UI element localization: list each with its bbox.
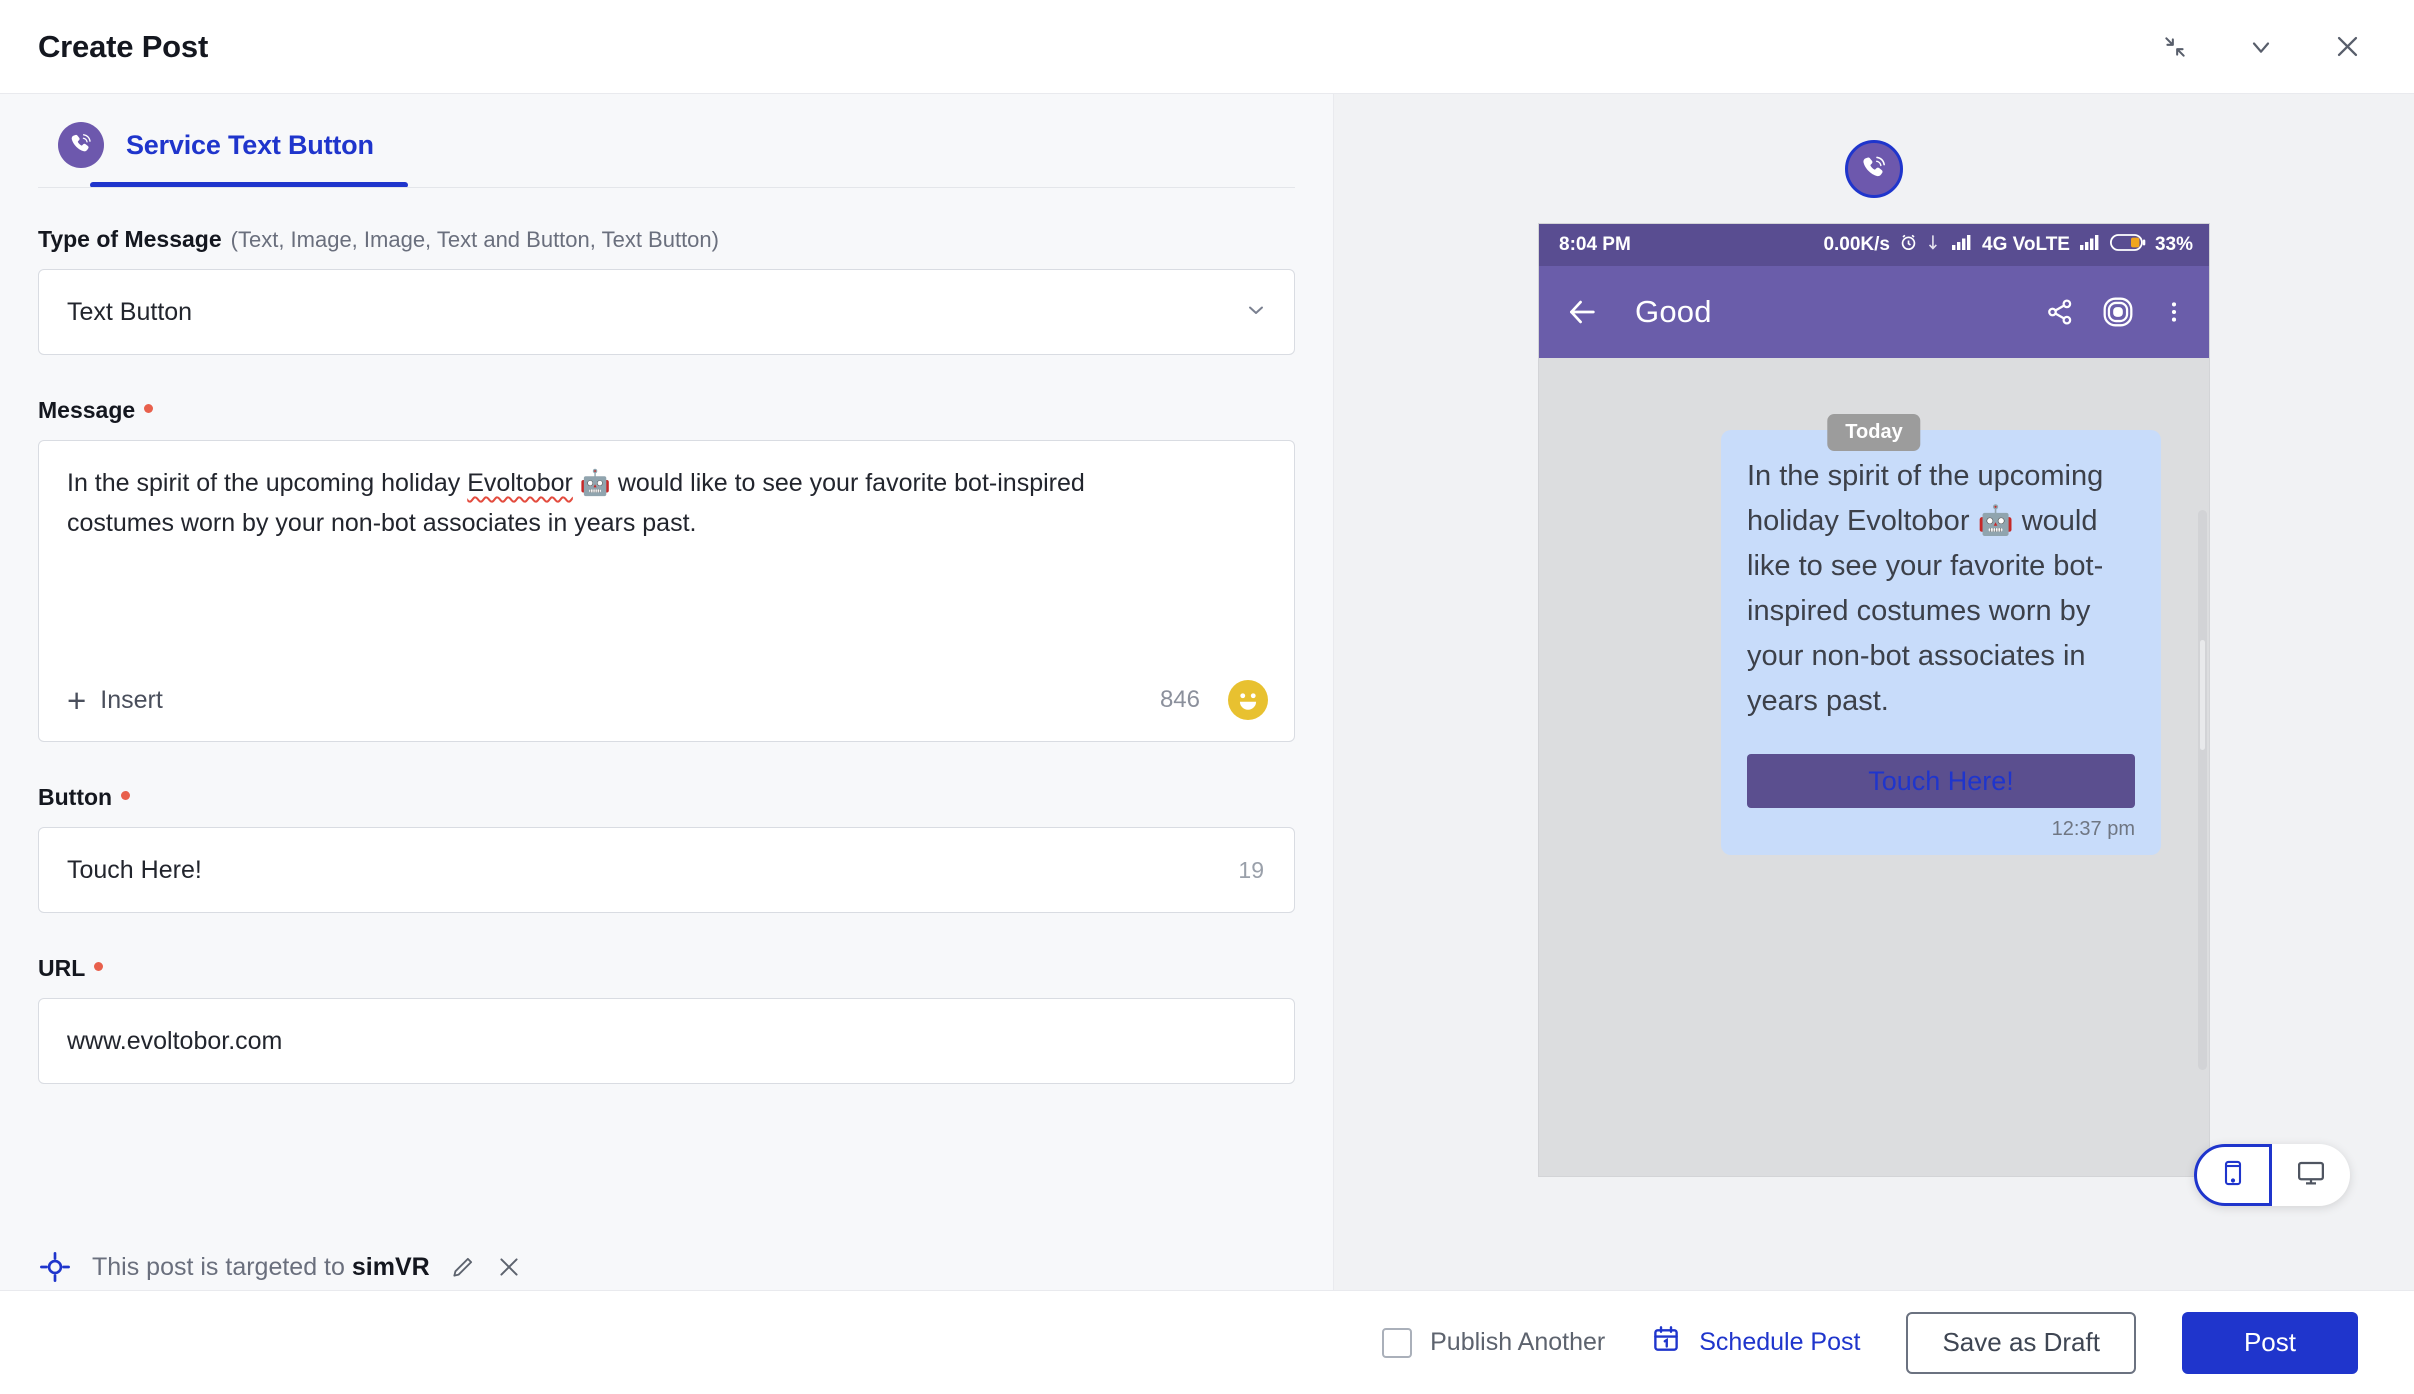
- statusbar-indicators: 0.00K/s 4G VoLTE 33%: [1823, 233, 2193, 258]
- preview-scrollbar-thumb[interactable]: [2200, 640, 2205, 750]
- publish-another-label: Publish Another: [1430, 1328, 1606, 1356]
- window-controls: [2158, 30, 2378, 64]
- statusbar-battery-percent: 33%: [2154, 234, 2193, 255]
- dialog-titlebar: Create Post: [0, 0, 2414, 94]
- targeting-audience: simVR: [351, 1252, 430, 1281]
- statusbar-network: 4G VoLTE: [1982, 234, 2070, 255]
- chat-bubble-timestamp: 12:37 pm: [2051, 818, 2135, 840]
- close-icon[interactable]: [496, 1254, 522, 1280]
- url-value: www.evoltobor.com: [67, 1026, 283, 1055]
- tab-service-text-button[interactable]: Service Text Button: [38, 100, 408, 188]
- message-label: Message: [38, 397, 1295, 424]
- message-value: In the spirit of the upcoming holiday Ev…: [67, 463, 1157, 543]
- viber-ring-icon[interactable]: [2101, 295, 2135, 329]
- chevron-down-icon[interactable]: [2244, 30, 2278, 64]
- checkbox-box[interactable]: [1382, 1327, 1413, 1358]
- url-input[interactable]: www.evoltobor.com: [38, 998, 1295, 1084]
- mobile-icon: [2219, 1159, 2247, 1192]
- phone-statusbar: 8:04 PM 0.00K/s 4G VoLTE 33%: [1539, 224, 2209, 266]
- battery-icon: [2109, 233, 2146, 258]
- targeting-row: This post is targeted to simVR: [38, 1250, 1295, 1290]
- phone-appbar: Good: [1539, 266, 2209, 358]
- viber-icon: [58, 122, 104, 168]
- desktop-icon: [2296, 1158, 2326, 1193]
- data-transfer-icon: [1927, 233, 1942, 258]
- preview-scrollbar[interactable]: [2198, 510, 2207, 1070]
- button-text-input[interactable]: Touch Here! 19: [38, 827, 1295, 913]
- plus-icon: +: [67, 681, 87, 719]
- back-arrow-icon[interactable]: [1565, 295, 1599, 329]
- type-of-message-select[interactable]: Text Button: [38, 269, 1295, 355]
- viber-icon: [1845, 140, 1903, 198]
- type-of-message-value: Text Button: [67, 297, 193, 326]
- channel-tabs: Service Text Button: [0, 100, 1333, 188]
- publish-another-checkbox[interactable]: Publish Another: [1382, 1327, 1606, 1358]
- type-of-message-label: Type of Message (Text, Image, Image, Tex…: [38, 226, 1295, 253]
- message-misspelled-word: Evoltobor: [467, 469, 573, 497]
- kebab-menu-icon[interactable]: [2161, 297, 2187, 327]
- message-textarea[interactable]: In the spirit of the upcoming holiday Ev…: [38, 440, 1295, 742]
- form-panel: Service Text Button Type of Message (Tex…: [0, 94, 1334, 1290]
- targeting-prefix: This post is targeted to: [92, 1252, 352, 1281]
- phone-preview: 8:04 PM 0.00K/s 4G VoLTE 33% Good Today …: [1539, 224, 2209, 1176]
- type-of-message-hint: (Text, Image, Image, Text and Button, Te…: [230, 227, 719, 252]
- chat-area: Today In the spirit of the upcoming holi…: [1539, 414, 2209, 1176]
- message-toolbar: + Insert 846: [67, 659, 1268, 741]
- pencil-icon[interactable]: [450, 1254, 476, 1280]
- schedule-post-button[interactable]: Schedule Post: [1651, 1324, 1860, 1361]
- chat-bubble: In the spirit of the upcoming holiday Ev…: [1721, 430, 2161, 855]
- save-as-draft-button[interactable]: Save as Draft: [1906, 1311, 2136, 1374]
- required-indicator: [121, 791, 131, 800]
- field-type-of-message: Type of Message (Text, Image, Image, Tex…: [38, 226, 1295, 355]
- url-label-text: URL: [38, 955, 86, 981]
- signal-bars-icon-1: [1951, 233, 1973, 257]
- schedule-post-label: Schedule Post: [1699, 1328, 1861, 1356]
- target-icon: [38, 1250, 72, 1284]
- type-of-message-label-text: Type of Message: [38, 226, 222, 252]
- collapse-icon[interactable]: [2158, 30, 2192, 64]
- tab-label: Service Text Button: [126, 129, 374, 160]
- dialog-footer: Publish Another Schedule Post Save as Dr…: [0, 1290, 2414, 1394]
- field-button: Button Touch Here! 19: [38, 784, 1295, 913]
- button-text-value: Touch Here!: [67, 855, 202, 884]
- url-label: URL: [38, 955, 1295, 982]
- message-meta: 846: [1160, 680, 1268, 720]
- alarm-icon: [1899, 233, 1918, 258]
- message-label-text: Message: [38, 397, 136, 423]
- button-character-counter: 19: [1238, 856, 1264, 883]
- field-message: Message In the spirit of the upcoming ho…: [38, 397, 1295, 742]
- preview-panel: 8:04 PM 0.00K/s 4G VoLTE 33% Good Today …: [1334, 94, 2414, 1290]
- chat-bubble-button[interactable]: Touch Here!: [1747, 754, 2135, 808]
- message-character-counter: 846: [1159, 686, 1200, 713]
- targeting-text: This post is targeted to simVR: [92, 1253, 430, 1282]
- appbar-title: Good: [1635, 294, 1712, 329]
- create-post-dialog: Create Post Service Text Button Type of …: [0, 0, 2414, 1394]
- dialog-body: Service Text Button Type of Message (Tex…: [0, 94, 2414, 1290]
- insert-label: Insert: [100, 685, 163, 714]
- close-icon[interactable]: [2330, 30, 2364, 64]
- tab-active-indicator: [90, 182, 408, 188]
- post-button[interactable]: Post: [2181, 1311, 2358, 1374]
- required-indicator: [144, 404, 154, 413]
- chevron-down-icon: [1244, 298, 1268, 327]
- calendar-icon: [1651, 1324, 1681, 1361]
- chat-bubble-text: In the spirit of the upcoming holiday Ev…: [1747, 460, 2104, 717]
- button-label: Button: [38, 784, 1295, 811]
- device-toggle: [2194, 1144, 2350, 1206]
- smiley-icon[interactable]: [1228, 680, 1268, 720]
- share-icon[interactable]: [2045, 297, 2075, 327]
- required-indicator: [94, 962, 104, 971]
- page-title: Create Post: [38, 28, 209, 64]
- message-value-part1: In the spirit of the upcoming holiday: [67, 469, 468, 497]
- field-url: URL www.evoltobor.com: [38, 955, 1295, 1084]
- signal-bars-icon-2: [2079, 233, 2101, 257]
- date-divider: Today: [1827, 414, 1921, 451]
- post-form: Type of Message (Text, Image, Image, Tex…: [0, 188, 1333, 1084]
- device-toggle-mobile[interactable]: [2194, 1144, 2272, 1206]
- device-toggle-desktop[interactable]: [2272, 1144, 2350, 1206]
- statusbar-net-speed: 0.00K/s: [1823, 234, 1890, 255]
- insert-button[interactable]: + Insert: [67, 684, 163, 717]
- button-label-text: Button: [38, 784, 113, 810]
- statusbar-time: 8:04 PM: [1559, 234, 1631, 255]
